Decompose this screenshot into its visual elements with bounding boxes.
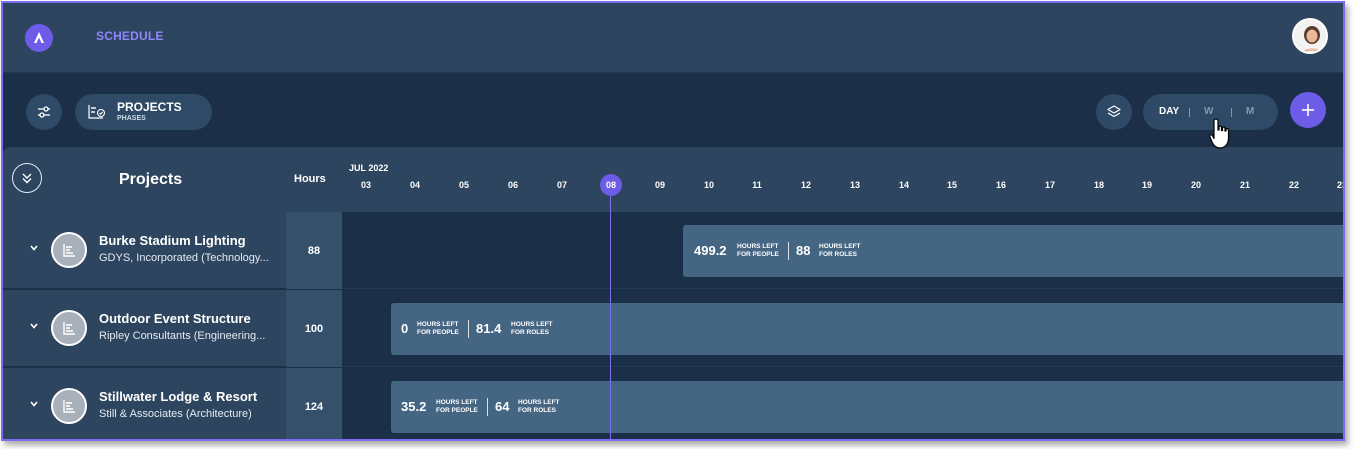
project-hours: 100 [286, 290, 342, 367]
day-label: 10 [703, 180, 714, 190]
timeline-header: JUL 2022 03 04 05 06 07 08 09 10 11 12 1… [342, 147, 1343, 212]
roles-hours-caption: HOURS LEFT FOR ROLES [511, 321, 553, 336]
day-label: 14 [898, 180, 909, 190]
top-bar: SCHEDULE [3, 3, 1343, 73]
project-hours: 124 [286, 368, 342, 439]
layers-button[interactable] [1096, 94, 1132, 130]
roles-hours-left: 64 [495, 399, 510, 414]
double-chevron-down-icon [22, 173, 32, 184]
day-label: 23 [1336, 180, 1343, 190]
projects-column-title: Projects [119, 171, 183, 188]
day-label: 12 [800, 180, 811, 190]
people-hours-left: 0 [401, 321, 409, 336]
day-label: 19 [1141, 180, 1152, 190]
project-client: Still & Associates (Architecture) [99, 408, 252, 420]
project-icon [51, 310, 87, 346]
day-label: 16 [995, 180, 1006, 190]
people-hours-caption: HOURS LEFT FOR PEOPLE [436, 399, 478, 414]
project-gantt-icon [88, 105, 106, 119]
app-title[interactable]: SCHEDULE [96, 29, 164, 43]
roles-hours-left: 81.4 [476, 321, 502, 336]
roles-hours-caption: HOURS LEFT FOR ROLES [819, 243, 861, 258]
timeline-row: 0 HOURS LEFT FOR PEOPLE 81.4 HOURS LEFT FO… [342, 290, 1343, 367]
view-month-option[interactable]: M [1246, 106, 1254, 117]
day-label: 20 [1190, 180, 1201, 190]
day-label: 06 [507, 180, 518, 190]
people-hours-left: 35.2 [401, 399, 427, 414]
project-name[interactable]: Burke Stadium Lighting [99, 233, 246, 248]
day-label: 05 [458, 180, 469, 190]
toolbar: PROJECTS PHASES DAY W M [3, 74, 1343, 147]
chevron-down-icon[interactable] [29, 399, 39, 409]
day-label: 21 [1239, 180, 1250, 190]
day-label: 22 [1288, 180, 1299, 190]
chevron-down-icon[interactable] [29, 243, 39, 253]
layers-icon [1107, 105, 1121, 118]
day-label: 09 [654, 180, 665, 190]
day-label: 15 [946, 180, 957, 190]
divider [788, 242, 789, 260]
project-icon [51, 232, 87, 268]
divider [1231, 108, 1232, 117]
app-window: SCHEDULE PROJECTS PHASES DAY W M Project… [1, 1, 1345, 441]
project-icon [51, 388, 87, 424]
divider [487, 398, 488, 416]
user-avatar[interactable] [1292, 18, 1328, 54]
people-hours-caption: HOURS LEFT FOR PEOPLE [417, 321, 459, 336]
project-name[interactable]: Outdoor Event Structure [99, 311, 251, 326]
project-bar[interactable]: 499.2 HOURS LEFT FOR PEOPLE 88 HOURS LEFT… [683, 225, 1343, 277]
divider [1189, 108, 1190, 117]
view-day-option[interactable]: DAY [1159, 106, 1179, 117]
project-bar[interactable]: 0 HOURS LEFT FOR PEOPLE 81.4 HOURS LEFT FO… [391, 303, 1343, 355]
project-name[interactable]: Stillwater Lodge & Resort [99, 389, 257, 404]
project-hours: 88 [286, 212, 342, 289]
hand-cursor-icon [1209, 118, 1230, 149]
project-row[interactable]: Burke Stadium Lighting GDYS, Incorporate… [3, 212, 342, 289]
add-button[interactable] [1290, 92, 1326, 128]
roles-hours-left: 88 [796, 243, 811, 258]
people-hours-caption: HOURS LEFT FOR PEOPLE [737, 243, 779, 258]
today-line [610, 196, 611, 439]
projects-column-header: Projects Hours [3, 147, 342, 212]
timeline-row: 35.2 HOURS LEFT FOR PEOPLE 64 HOURS LEFT F… [342, 368, 1343, 439]
project-client: GDYS, Incorporated (Technology... [99, 252, 269, 264]
collapse-all-button[interactable] [12, 163, 42, 193]
people-hours-left: 499.2 [694, 243, 727, 258]
project-bar[interactable]: 35.2 HOURS LEFT FOR PEOPLE 64 HOURS LEFT F… [391, 381, 1343, 433]
divider [468, 320, 469, 338]
project-row[interactable]: Outdoor Event Structure Ripley Consultan… [3, 290, 342, 367]
day-label: 17 [1044, 180, 1055, 190]
project-row[interactable]: Stillwater Lodge & Resort Still & Associ… [3, 368, 342, 439]
day-label: 18 [1093, 180, 1104, 190]
view-week-option[interactable]: W [1204, 106, 1213, 117]
plus-icon [1302, 104, 1314, 116]
month-label: JUL 2022 [349, 163, 389, 173]
project-client: Ripley Consultants (Engineering... [99, 330, 266, 342]
day-label: 04 [409, 180, 420, 190]
day-label: 13 [849, 180, 860, 190]
roles-hours-caption: HOURS LEFT FOR ROLES [518, 399, 560, 414]
day-label: 03 [360, 180, 371, 190]
sliders-icon [38, 106, 50, 118]
timeline-row: 499.2 HOURS LEFT FOR PEOPLE 88 HOURS LEFT… [342, 212, 1343, 289]
filter-button[interactable] [26, 94, 62, 130]
hours-column-title: Hours [294, 173, 326, 185]
phases-label: PHASES [117, 115, 146, 122]
day-label: 11 [752, 180, 762, 190]
day-label-today: 08 [605, 180, 616, 190]
app-logo-icon[interactable] [25, 24, 53, 52]
projects-label: PROJECTS [117, 100, 182, 114]
chevron-down-icon[interactable] [29, 321, 39, 331]
day-label: 07 [556, 180, 567, 190]
projects-phases-selector[interactable]: PROJECTS PHASES [75, 94, 212, 130]
